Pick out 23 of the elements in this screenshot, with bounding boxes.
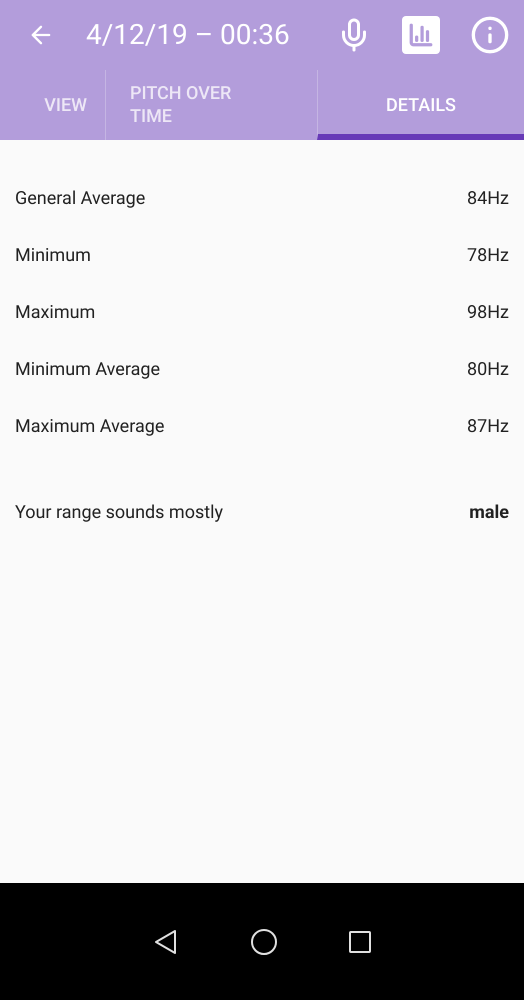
range-value: male <box>469 501 509 525</box>
stat-label: Maximum <box>15 301 96 325</box>
range-label: Your range sounds mostly <box>15 501 224 525</box>
stat-value: 78Hz <box>466 244 509 268</box>
stat-label: Minimum Average <box>15 358 160 382</box>
stat-value: 84Hz <box>466 187 509 211</box>
stat-value: 98Hz <box>466 301 509 325</box>
tab[interactable]: VIEW <box>0 70 105 140</box>
app-title: 4/12/19 – 00:36 <box>86 17 290 53</box>
tab[interactable]: PITCH OVER TIME <box>105 70 317 140</box>
stat-value: 87Hz <box>466 415 509 439</box>
info-button[interactable] <box>470 15 510 55</box>
stat-label: Maximum Average <box>15 415 164 439</box>
stat-label: General Average <box>15 187 146 211</box>
back-nav-icon[interactable] <box>153 928 179 954</box>
bar-chart-icon <box>408 22 434 48</box>
stat-label: Minimum <box>15 244 91 268</box>
info-icon <box>470 15 510 55</box>
tab[interactable]: DETAILS <box>317 70 524 140</box>
bar-chart-button[interactable] <box>402 16 440 54</box>
recents-nav-icon[interactable] <box>349 930 371 952</box>
home-nav-icon[interactable] <box>251 928 277 954</box>
stat-value: 80Hz <box>466 358 509 382</box>
